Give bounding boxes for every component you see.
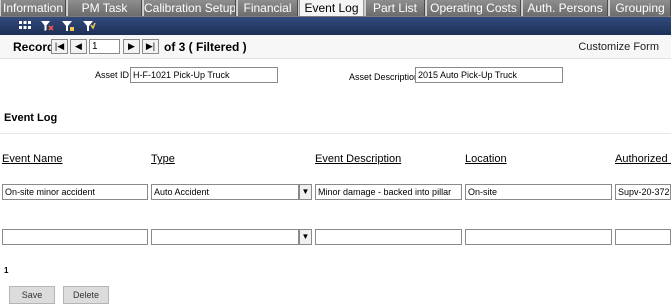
delete-button[interactable]: Delete: [63, 286, 109, 304]
filter-clear-icon[interactable]: [40, 20, 54, 32]
filter-icon[interactable]: [61, 20, 75, 32]
column-header-location[interactable]: Location: [465, 153, 507, 165]
save-button[interactable]: Save: [9, 286, 55, 304]
authorized-person-cell[interactable]: [615, 229, 671, 245]
column-header-type[interactable]: Type: [151, 153, 175, 165]
column-header-event-name[interactable]: Event Name: [2, 153, 63, 165]
tab-auth-persons[interactable]: Auth. Persons: [522, 0, 608, 16]
grid-icon[interactable]: [18, 20, 32, 32]
column-header-event-description[interactable]: Event Description: [315, 153, 401, 165]
asset-description-label: Asset Description: [349, 72, 420, 82]
authorized-person-cell[interactable]: Supv-20-3723: [615, 184, 671, 200]
event-description-cell[interactable]: Minor damage - backed into pillar: [315, 184, 462, 200]
tab-financial[interactable]: Financial: [237, 0, 298, 16]
event-name-cell[interactable]: [2, 229, 148, 245]
column-header-authorized-person[interactable]: Authorized P: [615, 153, 671, 165]
type-select[interactable]: [151, 229, 299, 245]
toolbar: [0, 17, 671, 35]
last-record-button[interactable]: ▶|: [142, 39, 159, 54]
customize-form-link[interactable]: Customize Form: [578, 41, 659, 53]
tab-event-log[interactable]: Event Log: [299, 0, 364, 16]
location-cell[interactable]: [465, 229, 612, 245]
tab-pm-task[interactable]: PM Task: [67, 0, 142, 16]
record-number-input[interactable]: 1: [89, 39, 120, 54]
record-navigator: Record: |◀ ◀ 1 ▶ ▶| of 3 ( Filtered ) Cu…: [0, 35, 671, 59]
tab-calibration-setup[interactable]: Calibration Setup: [143, 0, 236, 16]
type-dropdown-icon[interactable]: ▼: [299, 184, 312, 200]
section-divider: [0, 133, 671, 134]
first-record-button[interactable]: |◀: [51, 39, 68, 54]
asset-id-field[interactable]: H-F-1021 Pick-Up Truck: [130, 67, 278, 83]
event-log-title: Event Log: [4, 112, 58, 124]
next-record-button[interactable]: ▶: [123, 39, 140, 54]
previous-record-button[interactable]: ◀: [70, 39, 87, 54]
event-description-cell[interactable]: [315, 229, 462, 245]
event-name-cell[interactable]: On-site minor accident: [2, 184, 148, 200]
type-dropdown-icon[interactable]: ▼: [299, 229, 312, 245]
page-number[interactable]: 1: [4, 266, 8, 275]
tab-operating-costs[interactable]: Operating Costs: [426, 0, 521, 16]
asset-description-field[interactable]: 2015 Auto Pick-Up Truck: [415, 67, 563, 83]
tab-bar: Information PM Task Calibration Setup Fi…: [0, 0, 671, 17]
tab-part-list[interactable]: Part List: [365, 0, 425, 16]
tab-information[interactable]: Information: [0, 0, 66, 16]
location-cell[interactable]: On-site: [465, 184, 612, 200]
filter-apply-icon[interactable]: [82, 20, 96, 32]
tab-grouping[interactable]: Grouping: [609, 0, 671, 16]
type-select[interactable]: Auto Accident: [151, 184, 299, 200]
asset-id-label: Asset ID: [95, 70, 130, 80]
record-count: of 3 ( Filtered ): [164, 40, 247, 54]
